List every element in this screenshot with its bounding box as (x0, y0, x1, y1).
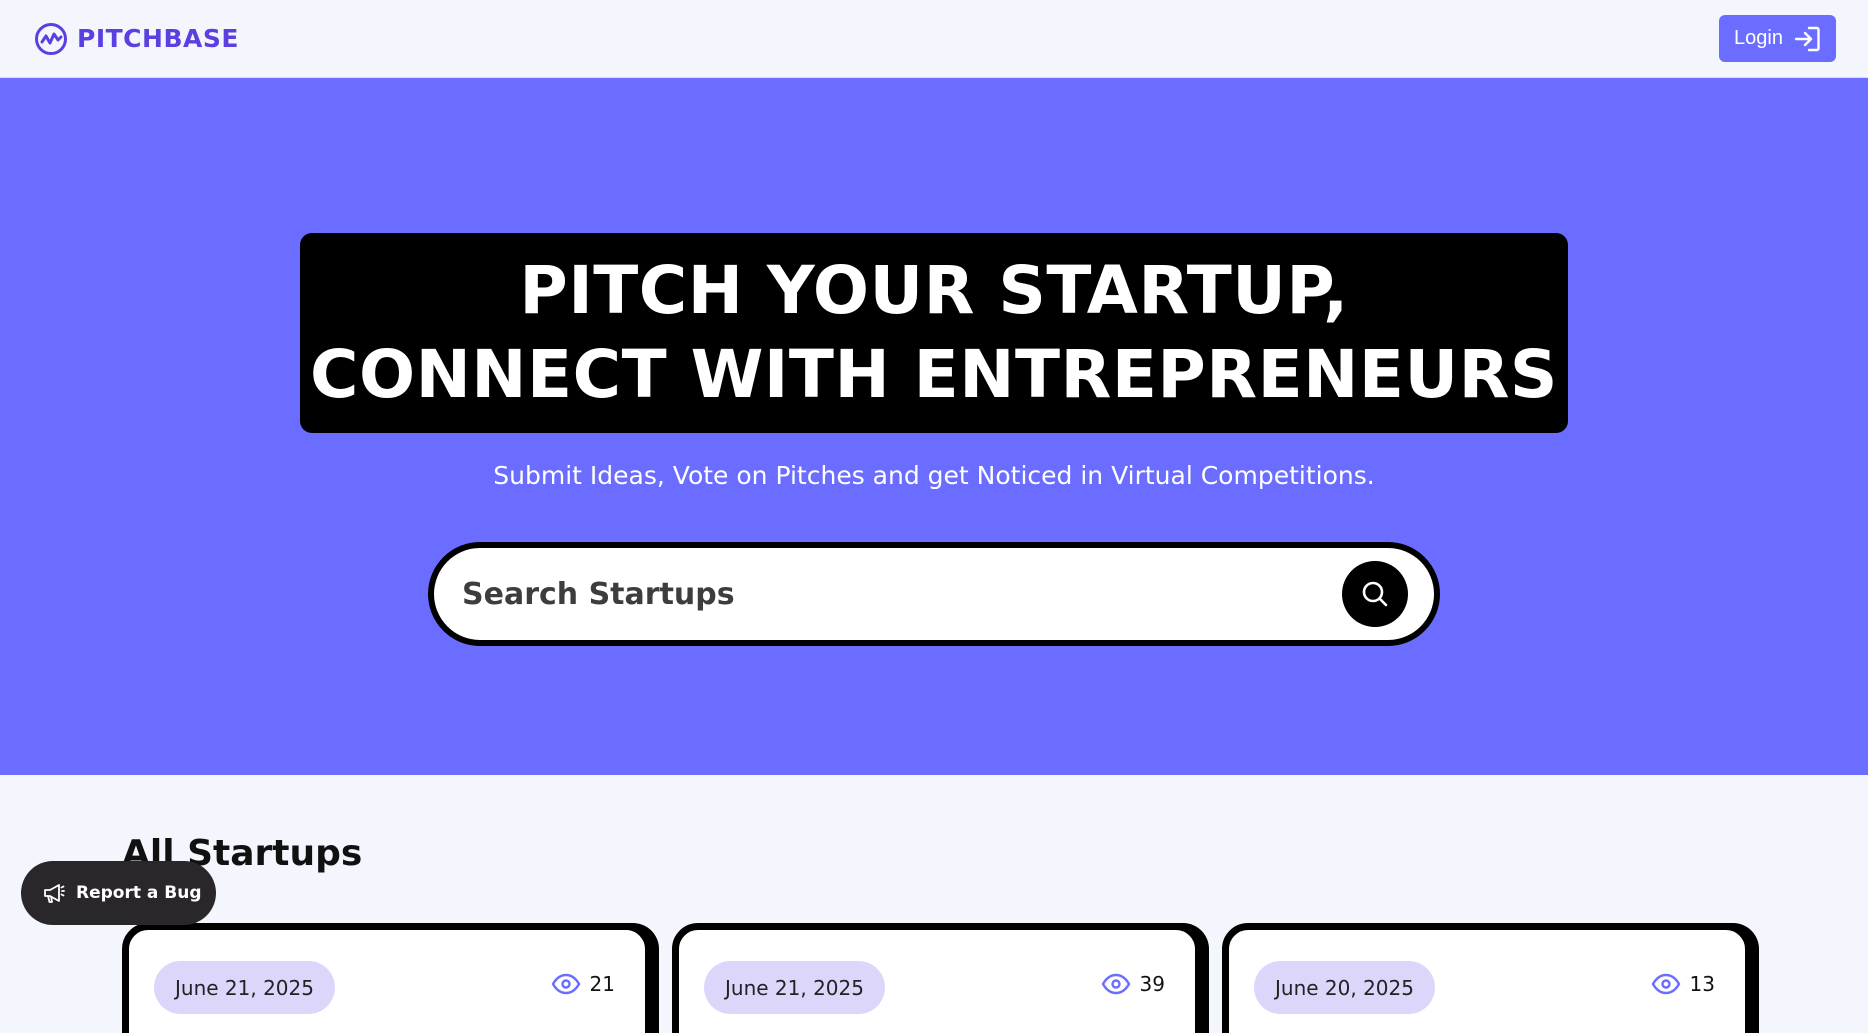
login-arrow-icon (1794, 26, 1820, 51)
search-input[interactable] (462, 576, 1262, 612)
startup-card[interactable]: June 21, 2025 39 (672, 923, 1202, 1033)
view-count-value: 39 (1139, 972, 1165, 996)
login-label: Login (1734, 27, 1783, 49)
headline-line-1: PITCH YOUR STARTUP, (519, 252, 1349, 329)
date-pill: June 20, 2025 (1254, 961, 1435, 1014)
brand[interactable]: PITCHBASE (34, 22, 239, 56)
view-count: 39 (1101, 972, 1165, 996)
search-icon (1362, 581, 1388, 607)
eye-icon (1651, 973, 1680, 995)
navbar: PITCHBASE Login (0, 0, 1868, 78)
search-button[interactable] (1342, 561, 1408, 627)
brand-name: PITCHBASE (77, 24, 239, 53)
view-count-value: 21 (589, 972, 615, 996)
report-bug-button[interactable]: Report a Bug (21, 861, 216, 925)
megaphone-icon (44, 884, 65, 903)
hero-subtitle: Submit Ideas, Vote on Pitches and get No… (493, 461, 1375, 490)
eye-icon (551, 973, 580, 995)
report-bug-label: Report a Bug (76, 883, 202, 903)
view-count: 13 (1651, 972, 1715, 996)
startup-cards: June 21, 2025 21 June 21, 2025 39 June 2… (122, 923, 1752, 1033)
date-pill: June 21, 2025 (154, 961, 335, 1014)
startup-card[interactable]: June 20, 2025 13 (1222, 923, 1752, 1033)
headline-line-2: CONNECT WITH ENTREPRENEURS (310, 336, 1558, 413)
view-count: 21 (551, 972, 615, 996)
date-pill: June 21, 2025 (704, 961, 885, 1014)
pulse-logo-icon (35, 22, 67, 55)
eye-icon (1101, 973, 1130, 995)
startup-card[interactable]: June 21, 2025 21 (122, 923, 652, 1033)
headline-box: PITCH YOUR STARTUP, CONNECT WITH ENTREPR… (300, 233, 1568, 433)
search-bar (428, 542, 1440, 646)
login-button[interactable]: Login (1719, 15, 1836, 62)
view-count-value: 13 (1689, 972, 1715, 996)
hero-section: PITCH YOUR STARTUP, CONNECT WITH ENTREPR… (0, 78, 1868, 775)
